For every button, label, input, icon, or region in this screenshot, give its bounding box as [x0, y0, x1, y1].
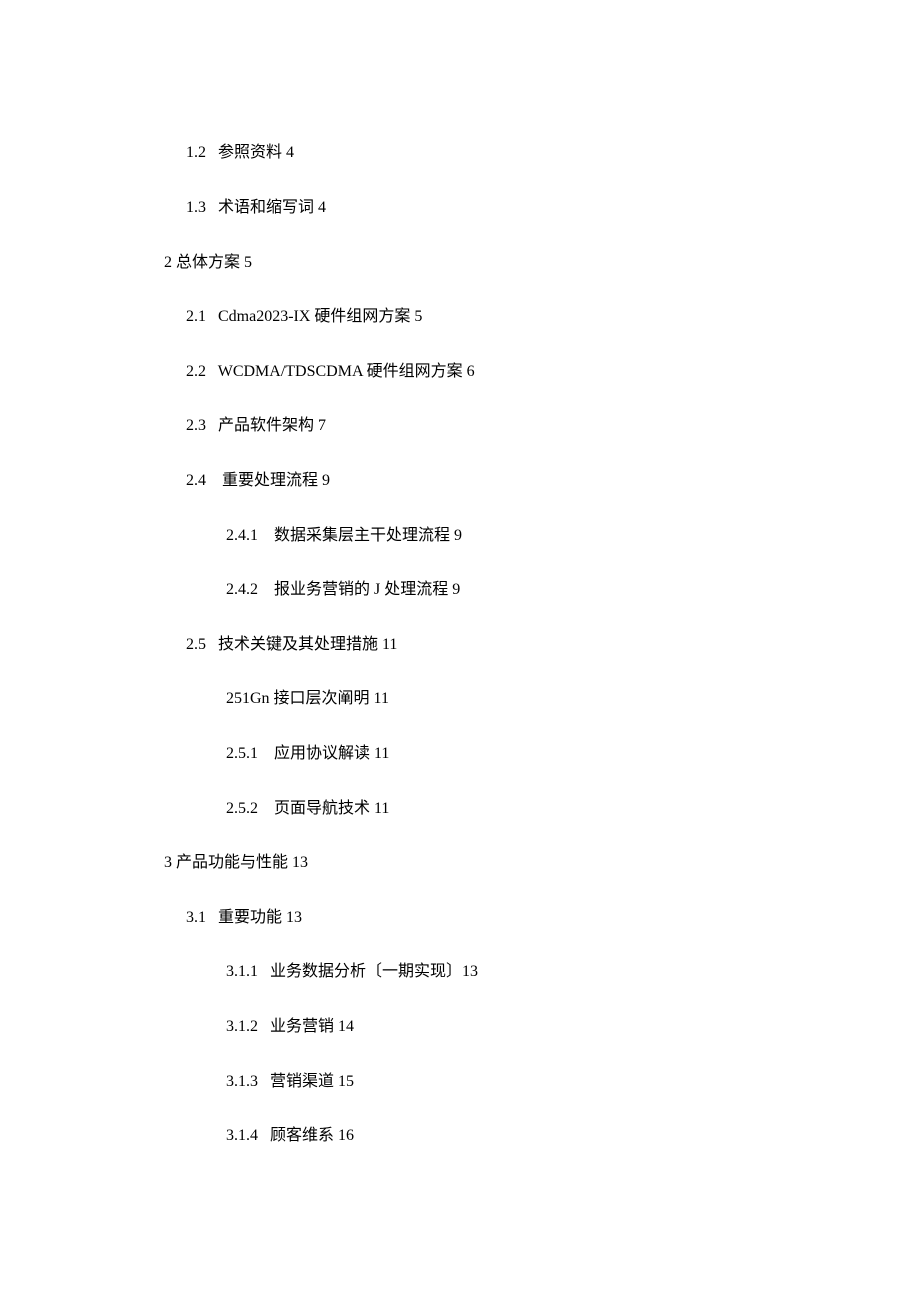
toc-entry: 2.2 WCDMA/TDSCDMA 硬件组网方案 6 — [186, 357, 475, 381]
toc-subentry: 3.1.4 顾客维系 16 — [226, 1121, 354, 1145]
toc-section-heading: 2 总体方案 5 — [164, 248, 252, 272]
toc-entry: 2.4 重要处理流程 9 — [186, 466, 330, 490]
toc-subentry: 3.1.1 业务数据分析〔一期实现〕13 — [226, 957, 478, 981]
toc-subentry: 3.1.2 业务营销 14 — [226, 1012, 354, 1036]
toc-subentry: 3.1.3 营销渠道 15 — [226, 1067, 354, 1091]
toc-entry: 2.1 Cdma2023-IX 硬件组网方案 5 — [186, 302, 422, 326]
toc-entry: 2.5 技术关键及其处理措施 11 — [186, 630, 397, 654]
toc-subentry: 2.4.1 数据采集层主干处理流程 9 — [226, 521, 462, 545]
toc-section-heading: 3 产品功能与性能 13 — [164, 848, 308, 872]
toc-entry: 1.2 参照资料 4 — [186, 138, 294, 162]
toc-subentry: 2.5.2 页面导航技术 11 — [226, 794, 389, 818]
toc-subentry: 251Gn 接口层次阐明 11 — [226, 684, 389, 708]
toc-subentry: 2.4.2 报业务营销的 J 处理流程 9 — [226, 575, 460, 599]
toc-entry: 3.1 重要功能 13 — [186, 903, 302, 927]
toc-entry: 2.3 产品软件架构 7 — [186, 411, 326, 435]
toc-subentry: 2.5.1 应用协议解读 11 — [226, 739, 389, 763]
document-page: 1.2 参照资料 4 1.3 术语和缩写词 4 2 总体方案 5 2.1 Cdm… — [0, 0, 920, 1301]
toc-entry: 1.3 术语和缩写词 4 — [186, 193, 326, 217]
